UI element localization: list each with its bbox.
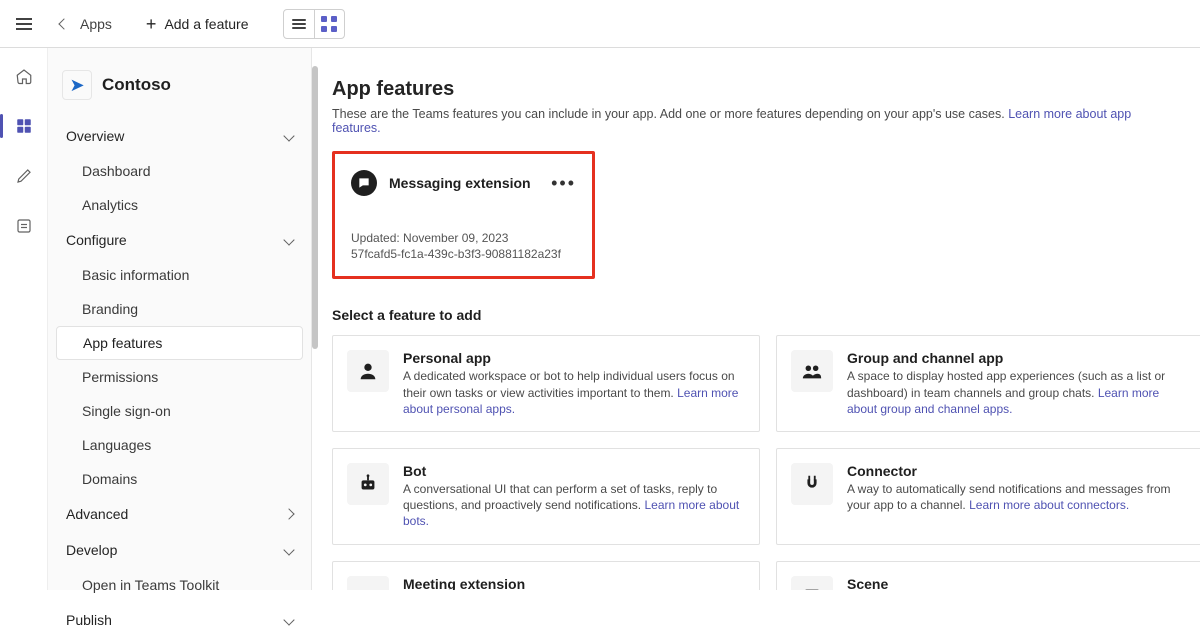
- nav-section-configure[interactable]: Configure: [56, 222, 303, 258]
- feature-card-meeting-extension[interactable]: Meeting extension Options for integratin…: [332, 561, 760, 591]
- chevron-right-icon: [283, 508, 294, 519]
- feature-card-connector[interactable]: Connector A way to automatically send no…: [776, 448, 1200, 545]
- feature-card-group-channel[interactable]: Group and channel app A space to display…: [776, 335, 1200, 432]
- add-feature-label: Add a feature: [164, 16, 248, 32]
- people-icon: [791, 350, 833, 392]
- messaging-extension-icon: [351, 170, 377, 196]
- sidebar-item-sso[interactable]: Single sign-on: [56, 394, 303, 428]
- sidebar-item-permissions[interactable]: Permissions: [56, 360, 303, 394]
- chevron-left-icon: [58, 18, 69, 29]
- list-icon: [292, 17, 306, 31]
- view-toggle: [283, 9, 345, 39]
- sidebar-item-open-teams-toolkit[interactable]: Open in Teams Toolkit: [56, 568, 303, 602]
- rail-tools-icon[interactable]: [8, 210, 40, 242]
- nav-section-advanced[interactable]: Advanced: [56, 496, 303, 532]
- sidebar-item-basic-info[interactable]: Basic information: [56, 258, 303, 292]
- rail-home-icon[interactable]: [8, 60, 40, 92]
- sidebar-item-app-features[interactable]: App features: [56, 326, 303, 360]
- feature-grid: Personal app A dedicated workspace or bo…: [332, 335, 1180, 590]
- sidebar-item-languages[interactable]: Languages: [56, 428, 303, 462]
- left-rail: [0, 48, 48, 590]
- scene-icon: [791, 576, 833, 591]
- hamburger-menu-icon[interactable]: [0, 0, 48, 48]
- existing-feature-card[interactable]: Messaging extension ••• Updated: Novembe…: [332, 151, 595, 279]
- sidebar-item-analytics[interactable]: Analytics: [56, 188, 303, 222]
- nav-section-overview[interactable]: Overview: [56, 118, 303, 154]
- feature-card-bot[interactable]: Bot A conversational UI that can perform…: [332, 448, 760, 545]
- feature-card-scene[interactable]: Scene A custom virtual scene people can …: [776, 561, 1200, 591]
- sidebar-item-branding[interactable]: Branding: [56, 292, 303, 326]
- rail-edit-icon[interactable]: [8, 160, 40, 192]
- learn-more-connector-link[interactable]: Learn more about connectors.: [969, 498, 1129, 512]
- list-view-button[interactable]: [284, 10, 314, 38]
- breadcrumb-label: Apps: [80, 16, 112, 32]
- add-feature-button[interactable]: + Add a feature: [146, 16, 249, 32]
- chevron-down-icon: [283, 234, 294, 245]
- plus-icon: +: [146, 17, 157, 31]
- existing-feature-meta: Updated: November 09, 2023 57fcafd5-fc1a…: [351, 230, 576, 262]
- sidebar-item-domains[interactable]: Domains: [56, 462, 303, 496]
- select-feature-heading: Select a feature to add: [332, 307, 1180, 323]
- page-subtitle: These are the Teams features you can inc…: [332, 107, 1180, 135]
- nav-section-develop[interactable]: Develop: [56, 532, 303, 568]
- page-title: App features: [332, 78, 1180, 101]
- sidebar: ➤ Contoso Overview Dashboard Analytics C…: [48, 48, 312, 590]
- grid-icon: [321, 16, 337, 32]
- topbar: Apps + Add a feature: [0, 0, 1200, 48]
- person-icon: [347, 350, 389, 392]
- main-content: App features These are the Teams feature…: [312, 48, 1200, 590]
- more-actions-icon[interactable]: •••: [551, 178, 576, 188]
- rail-apps-icon[interactable]: [8, 110, 40, 142]
- sidebar-item-dashboard[interactable]: Dashboard: [56, 154, 303, 188]
- brand-logo-icon: ➤: [62, 70, 92, 100]
- nav-section-publish[interactable]: Publish: [56, 602, 303, 638]
- brand-name: Contoso: [102, 75, 171, 95]
- grid-view-button[interactable]: [314, 10, 344, 38]
- existing-feature-title: Messaging extension: [389, 175, 531, 191]
- breadcrumb[interactable]: Apps: [60, 16, 112, 32]
- chevron-down-icon: [283, 614, 294, 625]
- video-icon: [347, 576, 389, 591]
- bot-icon: [347, 463, 389, 505]
- connector-icon: [791, 463, 833, 505]
- chevron-down-icon: [283, 130, 294, 141]
- chevron-down-icon: [283, 544, 294, 555]
- feature-card-personal-app[interactable]: Personal app A dedicated workspace or bo…: [332, 335, 760, 432]
- app-brand: ➤ Contoso: [62, 70, 297, 100]
